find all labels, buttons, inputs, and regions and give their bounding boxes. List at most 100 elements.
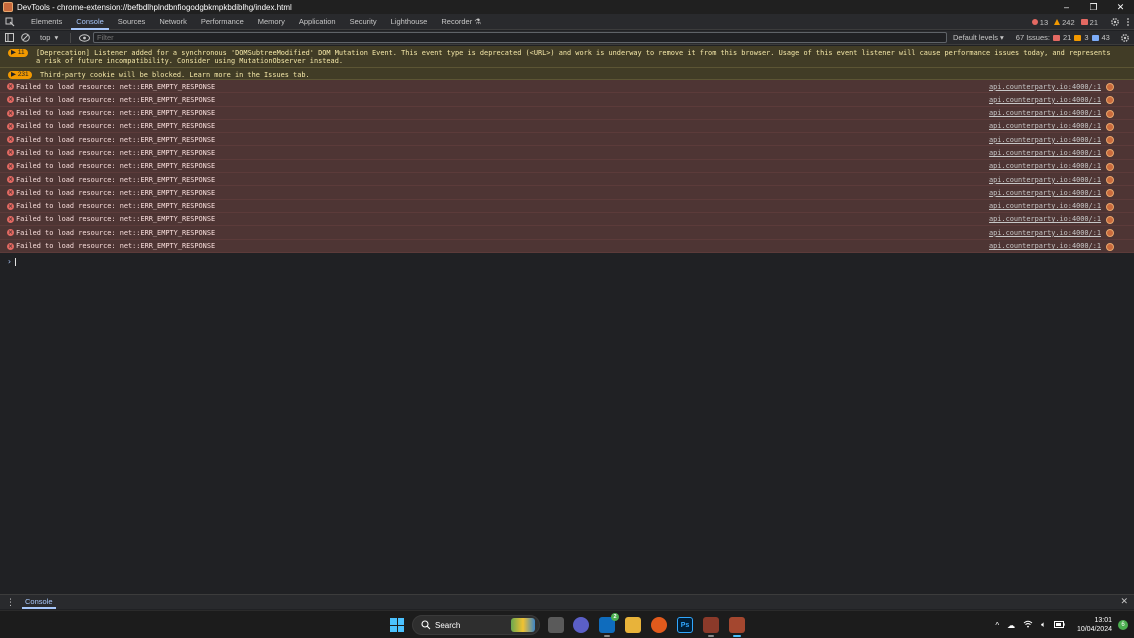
error-message[interactable]: × Failed to load resource: net::ERR_EMPTY… [0, 146, 1134, 160]
error-message[interactable]: × Failed to load resource: net::ERR_EMPTY… [0, 159, 1134, 174]
error-message[interactable]: × Failed to load resource: net::ERR_EMPTY… [0, 106, 1134, 120]
source-link[interactable]: api.counterparty.io:4000/:1 [989, 109, 1101, 117]
inspect-element-icon[interactable] [2, 14, 18, 30]
mail-badge: 2 [611, 613, 619, 621]
source-link[interactable]: api.counterparty.io:4000/:1 [989, 242, 1101, 250]
clear-console-icon[interactable] [18, 31, 32, 45]
source-link[interactable]: api.counterparty.io:4000/:1 [989, 189, 1101, 197]
warning-message[interactable]: ▶ 231 Third-party cookie will be blocked… [0, 68, 1134, 80]
system-clock[interactable]: 13:01 10/04/2024 [1077, 616, 1112, 634]
source-link[interactable]: api.counterparty.io:4000/:1 [989, 202, 1101, 210]
error-icon: × [7, 83, 14, 90]
chevron-up-icon[interactable]: ^ [995, 621, 999, 630]
error-message[interactable]: × Failed to load resource: net::ERR_EMPTY… [0, 239, 1134, 253]
source-link[interactable]: api.counterparty.io:4000/:1 [989, 136, 1101, 144]
warning-counter[interactable]: 242 [1054, 18, 1075, 27]
extension-icon [1106, 96, 1114, 105]
extension-icon [1106, 162, 1114, 171]
tab-performance[interactable]: Performance [194, 14, 251, 30]
devtools-taskbar-icon[interactable] [729, 617, 745, 637]
error-icon: × [7, 242, 14, 250]
windows-start-icon[interactable] [390, 618, 404, 632]
error-message[interactable]: × Failed to load resource: net::ERR_EMPTY… [0, 119, 1134, 134]
console-prompt[interactable]: › [7, 257, 16, 266]
error-message[interactable]: × Failed to load resource: net::ERR_EMPTY… [0, 80, 1134, 94]
tab-network[interactable]: Network [152, 14, 194, 30]
chevron-right-icon: › [7, 257, 12, 266]
tab-application[interactable]: Application [292, 14, 343, 30]
tab-memory[interactable]: Memory [251, 14, 292, 30]
issue-error-icon [1052, 34, 1060, 41]
error-text: Failed to load resource: net::ERR_EMPTY_… [16, 242, 216, 251]
tab-sources[interactable]: Sources [111, 14, 153, 30]
chevron-down-icon: ▾ [1000, 33, 1004, 42]
app-icon[interactable] [703, 617, 719, 637]
source-link[interactable]: api.counterparty.io:4000/:1 [989, 83, 1101, 91]
chevron-down-icon: ▾ [54, 33, 59, 42]
drawer-close-icon[interactable]: ✕ [1120, 596, 1128, 607]
cloud-icon[interactable]: ☁ [1007, 621, 1015, 630]
error-icon: × [7, 136, 14, 144]
error-text: Failed to load resource: net::ERR_EMPTY_… [16, 122, 216, 131]
task-view-icon[interactable] [548, 617, 564, 633]
source-link[interactable]: api.counterparty.io:4000/:1 [989, 162, 1101, 170]
photoshop-icon[interactable]: Ps [677, 617, 693, 633]
extension-icon [1106, 136, 1114, 145]
mail-app-icon[interactable]: 2 [599, 613, 619, 637]
error-message[interactable]: × Failed to load resource: net::ERR_EMPTY… [0, 226, 1134, 240]
speaker-icon[interactable]: 🔈︎ [1041, 620, 1046, 630]
extension-icon [1106, 215, 1114, 224]
error-icon: × [7, 122, 14, 130]
file-explorer-icon[interactable] [625, 617, 641, 633]
firefox-icon[interactable] [651, 617, 667, 633]
error-list: × Failed to load resource: net::ERR_EMPTY… [0, 80, 1134, 253]
error-message[interactable]: × Failed to load resource: net::ERR_EMPTY… [0, 93, 1134, 107]
close-window-button[interactable]: ✕ [1107, 0, 1134, 14]
tab-security[interactable]: Security [343, 14, 384, 30]
log-levels-dropdown[interactable]: Default levels ▾ [953, 33, 1004, 42]
source-link[interactable]: api.counterparty.io:4000/:1 [989, 122, 1101, 130]
toolbar-separator [70, 32, 71, 43]
error-text: Failed to load resource: net::ERR_EMPTY_… [16, 228, 216, 237]
warning-icon [1054, 19, 1061, 25]
more-options-icon[interactable] [1126, 17, 1130, 27]
tab-elements[interactable]: Elements [24, 14, 69, 30]
settings-gear-icon[interactable] [1110, 17, 1120, 27]
context-select[interactable]: top ▾ [40, 33, 66, 42]
error-counter[interactable]: 13 [1031, 18, 1048, 27]
error-message[interactable]: × Failed to load resource: net::ERR_EMPTY… [0, 173, 1134, 187]
minimize-button[interactable]: – [1053, 0, 1080, 14]
error-message[interactable]: × Failed to load resource: net::ERR_EMPTY… [0, 133, 1134, 147]
console-settings-icon[interactable] [1120, 31, 1130, 45]
source-link[interactable]: api.counterparty.io:4000/:1 [989, 176, 1101, 184]
taskbar-search[interactable]: Search [412, 615, 540, 635]
filter-input[interactable] [93, 32, 947, 43]
error-text: Failed to load resource: net::ERR_EMPTY_… [16, 215, 216, 224]
error-message[interactable]: × Failed to load resource: net::ERR_EMPTY… [0, 212, 1134, 227]
source-link[interactable]: api.counterparty.io:4000/:1 [989, 149, 1101, 157]
windows-taskbar: Search 2 Ps ^ ☁ 🔈︎ 13:01 10/04/2024 6 [0, 610, 1134, 638]
notification-badge[interactable]: 6 [1118, 620, 1128, 630]
source-link[interactable]: api.counterparty.io:4000/:1 [989, 215, 1101, 223]
wifi-icon[interactable] [1023, 620, 1033, 630]
maximize-button[interactable]: ❐ [1080, 0, 1107, 14]
issues-summary[interactable]: 67 Issues: 21 3 43 [1016, 33, 1110, 42]
error-text: Failed to load resource: net::ERR_EMPTY_… [16, 95, 216, 104]
teams-chat-icon[interactable] [573, 617, 589, 633]
warning-message[interactable]: ▶ 11 [Deprecation] Listener added for a … [0, 46, 1134, 68]
drawer-menu-icon[interactable]: ⋮ [6, 597, 15, 608]
error-message[interactable]: × Failed to load resource: net::ERR_EMPTY… [0, 186, 1134, 200]
live-expression-eye-icon[interactable] [77, 31, 91, 45]
tab-recorder[interactable]: Recorder ⚗ [434, 14, 488, 30]
source-link[interactable]: api.counterparty.io:4000/:1 [989, 96, 1101, 104]
sidebar-toggle-icon[interactable] [2, 31, 16, 45]
source-link[interactable]: api.counterparty.io:4000/:1 [989, 229, 1101, 237]
battery-icon[interactable] [1053, 620, 1065, 630]
drawer-tab-console[interactable]: Console [22, 595, 56, 610]
status-counters[interactable]: 13 242 21 [1031, 14, 1098, 30]
tab-console[interactable]: Console [69, 14, 111, 30]
error-message[interactable]: × Failed to load resource: net::ERR_EMPTY… [0, 199, 1134, 213]
issue-counter[interactable]: 21 [1080, 18, 1098, 27]
panel-tabs: Elements Console Sources Network Performance… [24, 14, 488, 30]
tab-lighthouse[interactable]: Lighthouse [384, 14, 435, 30]
